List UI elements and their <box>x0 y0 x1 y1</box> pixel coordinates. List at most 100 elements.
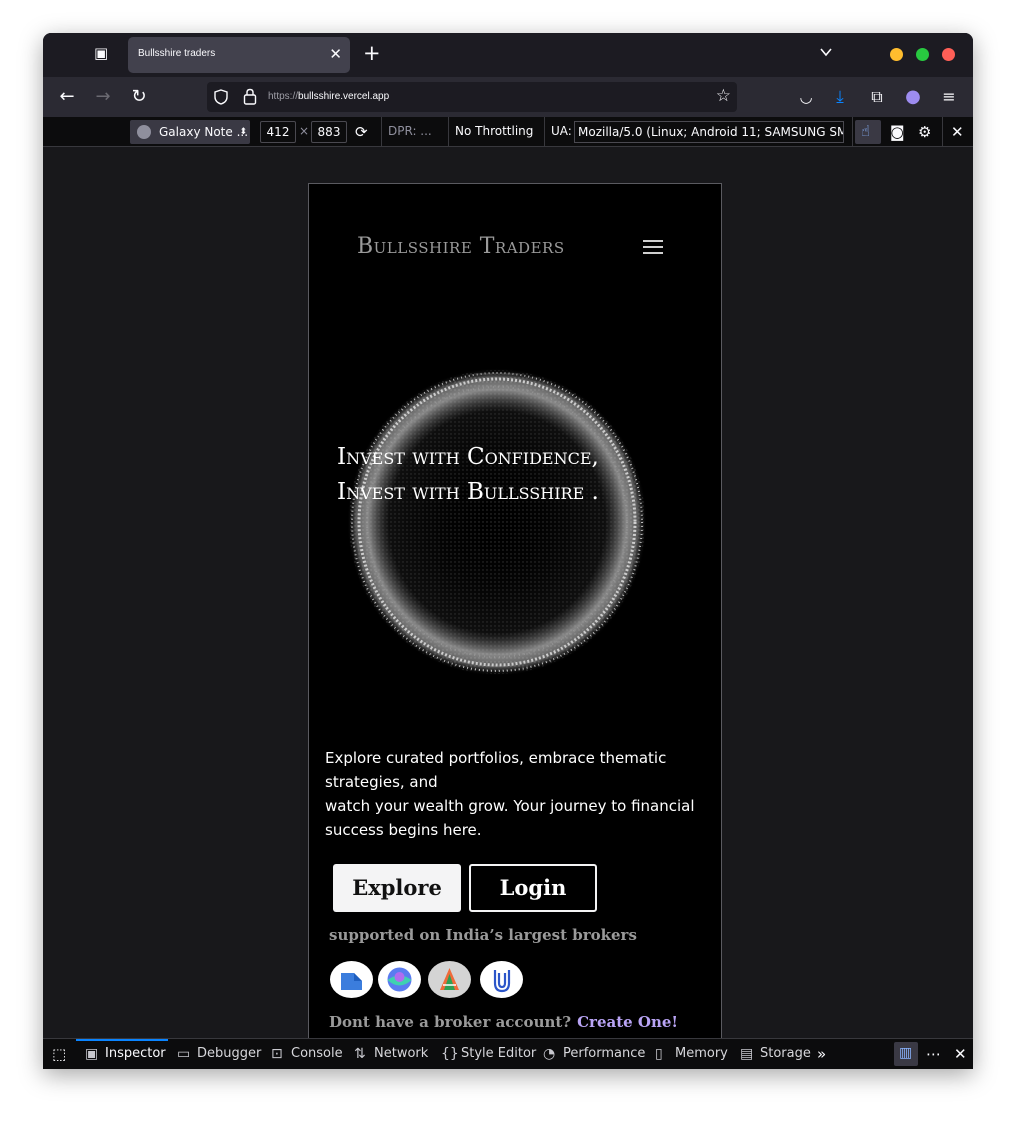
broker-2-icon <box>387 967 412 992</box>
tab-label: Storage <box>760 1046 811 1061</box>
site-brand[interactable]: Bullsshire Traders <box>357 234 565 259</box>
shield-icon[interactable] <box>213 89 229 105</box>
screenshot-icon[interactable]: ◙ <box>890 123 905 141</box>
rotate-icon[interactable]: ⟳ <box>355 123 368 141</box>
more-tabs-chevron-icon[interactable]: » <box>817 1045 826 1063</box>
lock-icon[interactable] <box>243 88 257 105</box>
back-icon[interactable]: ← <box>56 86 78 108</box>
broker-logo-2[interactable] <box>378 961 421 998</box>
tab-inspector[interactable]: ▣ Inspector <box>85 1039 166 1069</box>
tab-strip: ▣ Bullsshire traders ✕ + <box>43 33 973 77</box>
height-input[interactable]: 883 <box>311 121 347 143</box>
description-line-2: watch your wealth grow. Your journey to … <box>325 797 695 839</box>
create-one-link[interactable]: Create One! <box>577 1013 678 1031</box>
tab-label: Inspector <box>105 1046 166 1061</box>
close-devtools-icon[interactable]: ✕ <box>954 1045 967 1063</box>
dpr-select[interactable]: DPR: ... <box>388 124 432 138</box>
create-account-prompt: Dont have a broker account? Create One! <box>329 1013 678 1031</box>
forward-icon[interactable]: → <box>92 86 114 108</box>
close-tab-icon[interactable]: ✕ <box>329 45 342 63</box>
cta-text: Dont have a broker account? <box>329 1013 572 1031</box>
tab-memory[interactable]: ▯ Memory <box>655 1039 728 1069</box>
hero-heading: Invest with Confidence, Invest with Bull… <box>337 440 707 510</box>
tab-groups-icon[interactable]: ▣ <box>94 46 108 61</box>
brokers-label: supported on India’s largest brokers <box>329 926 637 944</box>
new-tab-icon[interactable]: + <box>363 43 381 64</box>
tab-debugger[interactable]: ▭ Debugger <box>177 1039 261 1069</box>
extensions-icon[interactable]: ⧉ <box>866 86 888 108</box>
bookmark-star-icon[interactable]: ☆ <box>716 86 731 106</box>
divider <box>448 117 449 147</box>
tab-label: Debugger <box>197 1046 262 1061</box>
tab-console[interactable]: ⊡ Console <box>271 1039 343 1069</box>
browser-window: ▣ Bullsshire traders ✕ + ← → ↻ https://b… <box>43 33 973 1069</box>
tab-title: Bullsshire traders <box>138 48 216 59</box>
responsive-mode-icon: ▥ <box>899 1045 913 1061</box>
close-window-button[interactable] <box>942 48 955 61</box>
tab-label: Console <box>291 1046 343 1061</box>
tab-label: Memory <box>675 1046 728 1061</box>
divider <box>852 117 853 147</box>
inspector-icon: ▣ <box>85 1046 99 1062</box>
touch-simulation-button[interactable]: ☝ <box>855 120 881 144</box>
tab-performance[interactable]: ◔ Performance <box>543 1039 645 1069</box>
device-name: Galaxy Note ... <box>159 125 249 139</box>
console-icon: ⊡ <box>271 1046 283 1062</box>
memory-icon: ▯ <box>655 1046 663 1062</box>
responsive-design-toolbar: Galaxy Note ... ⬍ 412 × 883 ⟳ DPR: ... N… <box>43 117 973 147</box>
more-options-icon[interactable]: ⋯ <box>926 1045 941 1063</box>
reload-icon[interactable]: ↻ <box>128 86 150 108</box>
pocket-icon[interactable]: ◡ <box>795 86 817 108</box>
browser-logo-icon <box>137 125 151 139</box>
user-agent-input[interactable]: Mozilla/5.0 (Linux; Android 11; SAMSUNG … <box>574 121 844 143</box>
chevron-down-icon[interactable] <box>819 45 833 59</box>
viewport-area: Bullsshire Traders Invest with Confidenc… <box>43 147 973 1043</box>
hero-description: Explore curated portfolios, embrace them… <box>325 746 695 842</box>
url-text: https://bullsshire.vercel.app <box>268 91 390 102</box>
particle-globe-image <box>347 368 647 676</box>
divider <box>942 117 943 147</box>
devtools-toolbar: ⬚ ▣ Inspector ▭ Debugger ⊡ Console ⇅ Network… <box>43 1038 973 1069</box>
menu-icon[interactable]: ≡ <box>938 86 960 108</box>
broker-3-icon <box>440 968 459 990</box>
debugger-icon: ▭ <box>177 1046 191 1062</box>
select-arrows-icon: ⬍ <box>239 127 247 137</box>
rdm-toggle-button[interactable]: ▥ <box>894 1042 918 1066</box>
device-selector[interactable]: Galaxy Note ... ⬍ <box>130 120 250 144</box>
extension-ghost-icon[interactable]: ● <box>902 86 924 108</box>
settings-gear-icon[interactable]: ⚙ <box>918 123 931 141</box>
throttling-select[interactable]: No Throttling <box>455 124 533 138</box>
style-editor-icon: {} <box>441 1046 459 1062</box>
url-bar[interactable]: https://bullsshire.vercel.app ☆ <box>207 82 737 112</box>
storage-icon: ▤ <box>740 1046 754 1062</box>
download-icon[interactable]: ⤓ <box>829 86 851 108</box>
divider <box>381 117 382 147</box>
element-picker-icon[interactable]: ⬚ <box>52 1045 66 1063</box>
ua-label: UA: <box>551 124 572 138</box>
broker-4-icon <box>493 970 511 993</box>
close-rdm-icon[interactable]: ✕ <box>951 123 964 141</box>
login-button[interactable]: Login <box>469 864 597 912</box>
network-icon: ⇅ <box>354 1046 366 1062</box>
device-viewport: Bullsshire Traders Invest with Confidenc… <box>308 183 722 1043</box>
hamburger-menu-icon[interactable] <box>643 240 663 254</box>
hero-line-2: Invest with Bullsshire . <box>337 479 599 505</box>
hero-line-1: Invest with Confidence, <box>337 444 599 470</box>
tab-label: Performance <box>563 1046 646 1061</box>
performance-icon: ◔ <box>543 1046 556 1062</box>
maximize-button[interactable] <box>916 48 929 61</box>
minimize-button[interactable] <box>890 48 903 61</box>
tab-style-editor[interactable]: {} Style Editor <box>441 1039 536 1069</box>
tab-network[interactable]: ⇅ Network <box>354 1039 428 1069</box>
broker-logo-1[interactable] <box>330 961 373 998</box>
broker-logo-3[interactable] <box>428 961 471 998</box>
tab-bullsshire[interactable]: Bullsshire traders ✕ <box>128 37 350 73</box>
explore-button[interactable]: Explore <box>333 864 461 912</box>
tab-storage[interactable]: ▤ Storage <box>740 1039 811 1069</box>
width-input[interactable]: 412 <box>260 121 296 143</box>
times-sign: × <box>299 124 310 138</box>
broker-logo-4[interactable] <box>480 961 523 998</box>
navigation-toolbar: ← → ↻ https://bullsshire.vercel.app ☆ ◡ … <box>43 77 973 117</box>
description-line-1: Explore curated portfolios, embrace them… <box>325 749 667 791</box>
divider <box>544 117 545 147</box>
